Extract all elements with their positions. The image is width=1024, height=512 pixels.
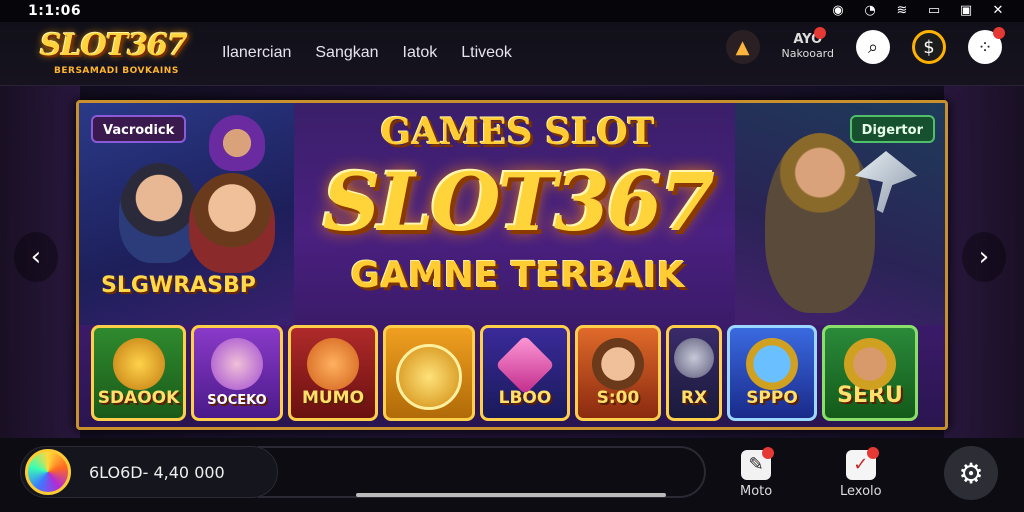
left-panel-title: SLGWRASBP	[101, 273, 256, 298]
gift-check-icon: ✓	[845, 447, 879, 480]
app-screen: 1:1:06 ◉ ◔ ≋ ▭ ▣ ✕ SLOT367 BERSAMADI BOV…	[0, 0, 1024, 512]
moto-badge	[762, 447, 775, 459]
hero-character-2	[189, 173, 275, 273]
boy-character-icon	[592, 338, 644, 390]
battery-level-icon: ▣	[959, 3, 973, 18]
game-tile-7[interactable]: RX	[666, 325, 722, 421]
wallet-gem-icon	[25, 449, 71, 495]
headline-brand: SLOT367	[322, 155, 715, 249]
hero-character-1	[119, 163, 199, 263]
game-tile-8-label: SPPO	[746, 388, 798, 408]
promo-banner[interactable]: Vacrodick SLGWRASBP GAMES SLOT SLOT367 G…	[76, 100, 948, 430]
game-tile-1-label: SDAOOK	[97, 388, 180, 408]
fruit-bowl-icon	[112, 338, 165, 390]
account-notification-badge	[814, 27, 826, 39]
coin-icon[interactable]: $	[912, 30, 946, 64]
cat-girl-icon	[211, 338, 263, 390]
nav-link-1[interactable]: Ilanercian	[222, 44, 291, 62]
banner-headline: GAMES SLOT SLOT367 GAMNE TERBAIK	[294, 103, 741, 325]
logo-subtitle: BERSAMADI BOVKAINS	[54, 66, 179, 76]
game-tile-6-label: S:00	[596, 388, 640, 408]
carousel-next-button[interactable]: ›	[962, 232, 1006, 282]
logo-title: SLOT367	[40, 28, 188, 63]
account-line1: AYO	[793, 32, 823, 47]
game-tile-2-label: SOCEKO	[207, 393, 267, 408]
account-button[interactable]: AYO Nakooard	[781, 27, 834, 61]
game-tile-5[interactable]: LBOO	[480, 325, 570, 421]
small-character	[209, 115, 265, 171]
bottom-item-moto[interactable]: ✎ Moto	[740, 447, 775, 499]
signal-icon: ◔	[864, 3, 876, 18]
game-tiles: SDAOOK SOCEKO MUMO LBOO S:00 RX SPPO SER…	[91, 325, 918, 421]
bottom-bar: 6LO6D- 4,40 000 ✎ Moto ✓ Lexolo ⚙	[0, 438, 1024, 512]
headline-games-slot: GAMES SLOT	[380, 111, 655, 153]
fox-icon	[307, 338, 359, 390]
game-tile-8[interactable]: SPPO	[727, 325, 817, 421]
game-tile-1[interactable]: SDAOOK	[91, 325, 186, 421]
ticket-icon: ✎	[741, 447, 775, 480]
ninja-icon	[674, 338, 714, 378]
balance-text: 6LO6D- 4,40 000	[89, 463, 225, 482]
nav-links: Ilanercian Sangkan Iatok Ltiveok	[222, 44, 512, 62]
close-icon[interactable]: ✕	[990, 4, 1006, 18]
wallet-balance[interactable]: 6LO6D- 4,40 000	[20, 446, 278, 498]
game-tile-3[interactable]: MUMO	[288, 325, 378, 421]
blue-warrior-icon	[746, 338, 798, 390]
right-chip[interactable]: Digertor	[849, 115, 935, 143]
status-time: 1:1:06	[28, 3, 82, 19]
system-icons: ◉ ◔ ≋ ▭ ▣ ✕	[830, 4, 1006, 18]
headline-tagline: GAMNE TERBAIK	[350, 255, 685, 296]
game-tile-4[interactable]	[383, 325, 475, 421]
battery-icon: ▭	[927, 3, 941, 18]
game-tile-2[interactable]: SOCEKO	[191, 325, 283, 421]
menu-badge	[993, 27, 1005, 39]
wifi-icon: ≋	[896, 3, 908, 18]
cat-warrior-icon	[844, 338, 896, 390]
gem-icon	[495, 335, 555, 395]
nav-link-4[interactable]: Ltiveok	[461, 44, 512, 62]
alarm-icon: ◉	[832, 3, 844, 18]
bottom-item-lexolo-label: Lexolo	[840, 484, 882, 499]
brand-logo[interactable]: SLOT367 BERSAMADI BOVKAINS	[40, 28, 215, 82]
top-navigation: SLOT367 BERSAMADI BOVKAINS Ilanercian Sa…	[0, 22, 1024, 86]
nav-link-3[interactable]: Iatok	[403, 44, 438, 62]
bottom-input-track	[258, 446, 706, 498]
left-chip[interactable]: Vacrodick	[91, 115, 187, 143]
account-line2: Nakooard	[781, 47, 834, 60]
fire-icon[interactable]: ▲	[725, 30, 760, 64]
gold-coin-icon	[396, 344, 462, 410]
bottom-item-lexolo[interactable]: ✓ Lexolo	[840, 447, 882, 499]
home-indicator	[356, 493, 666, 497]
bottom-item-moto-label: Moto	[740, 484, 773, 499]
status-bar: 1:1:06 ◉ ◔ ≋ ▭ ▣ ✕	[0, 0, 1024, 22]
banner-left-panel: Vacrodick SLGWRASBP	[79, 103, 294, 325]
settings-gear-icon[interactable]: ⚙	[944, 446, 998, 500]
search-icon[interactable]: ⌕	[856, 30, 890, 64]
carousel-prev-button[interactable]: ‹	[14, 232, 58, 282]
game-tile-3-label: MUMO	[301, 388, 365, 408]
banner-right-panel: Digertor	[735, 103, 945, 325]
game-tile-9[interactable]: SERU	[822, 325, 918, 421]
nav-link-2[interactable]: Sangkan	[315, 44, 378, 62]
nav-actions: ▲ AYO Nakooard ⌕ $ ⁘	[725, 27, 1005, 64]
warrior-character	[765, 133, 875, 313]
menu-grid-icon[interactable]: ⁘	[968, 27, 1005, 64]
game-tile-6[interactable]: S:00	[575, 325, 661, 421]
game-tile-7-label: RX	[680, 388, 708, 408]
lexolo-badge	[866, 447, 879, 459]
